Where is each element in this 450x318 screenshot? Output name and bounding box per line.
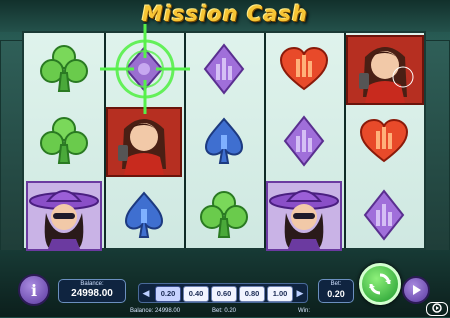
status-bar: Balance: 24998.00 Bet: 0.20 Win: — [0, 307, 450, 317]
status-win: Win: — [298, 308, 310, 314]
bet-selector: ◀ 0.20 0.40 0.60 0.80 1.00 ▶ — [138, 283, 308, 303]
crosshair-icon — [100, 24, 190, 114]
symbol-purple-diamond-icon — [264, 105, 344, 177]
symbol-blue-spade-icon — [104, 179, 184, 251]
bet-option-1[interactable]: 0.40 — [183, 286, 209, 302]
play-icon — [413, 285, 421, 295]
bet-decrease-arrow-icon[interactable]: ◀ — [139, 284, 153, 302]
spin-button[interactable] — [359, 263, 401, 305]
left-machinery — [0, 40, 24, 262]
info-icon: i — [30, 280, 38, 300]
bet-value: 0.20 — [327, 289, 345, 299]
symbol-spy-hat-woman-icon — [266, 181, 342, 251]
status-bet: Bet: 0.20 — [212, 308, 237, 314]
bet-option-2[interactable]: 0.60 — [211, 286, 237, 302]
symbol-agent-woman-icon — [106, 107, 182, 177]
bet-option-3[interactable]: 0.80 — [239, 286, 265, 302]
symbol-purple-diamond-icon — [184, 33, 264, 105]
symbol-red-heart-icon — [264, 33, 344, 105]
bet-option-0[interactable]: 0.20 — [155, 286, 181, 302]
balance-value: 24998.00 — [71, 288, 113, 299]
provider-logo — [426, 302, 448, 316]
balance-label: Balance: — [80, 281, 104, 287]
game-logo-title: Mission Cash — [141, 2, 308, 26]
symbol-clover-icon — [184, 179, 264, 251]
symbol-blue-spade-icon — [184, 105, 264, 177]
symbol-clover-icon — [24, 33, 104, 105]
symbol-agent-woman-icon — [346, 35, 424, 105]
reel-grid — [22, 31, 426, 251]
status-balance: Balance: 24998.00 — [130, 308, 181, 314]
bet-option-4[interactable]: 1.00 — [267, 286, 293, 302]
autoplay-button[interactable] — [402, 276, 430, 304]
balance-display: Balance: 24998.00 — [58, 279, 126, 303]
symbol-red-heart-icon — [344, 105, 424, 177]
symbol-purple-diamond-icon — [344, 179, 424, 251]
bet-display: Bet: 0.20 — [318, 279, 354, 303]
symbol-clover-icon — [24, 105, 104, 177]
right-machinery — [424, 40, 450, 262]
bet-increase-arrow-icon[interactable]: ▶ — [293, 284, 307, 302]
symbol-spy-hat-woman-icon — [26, 181, 102, 251]
spin-arrows-icon — [369, 273, 391, 295]
info-button[interactable]: i — [18, 274, 50, 306]
provider-logo-icon — [432, 303, 442, 313]
bet-label: Bet: — [330, 281, 342, 287]
